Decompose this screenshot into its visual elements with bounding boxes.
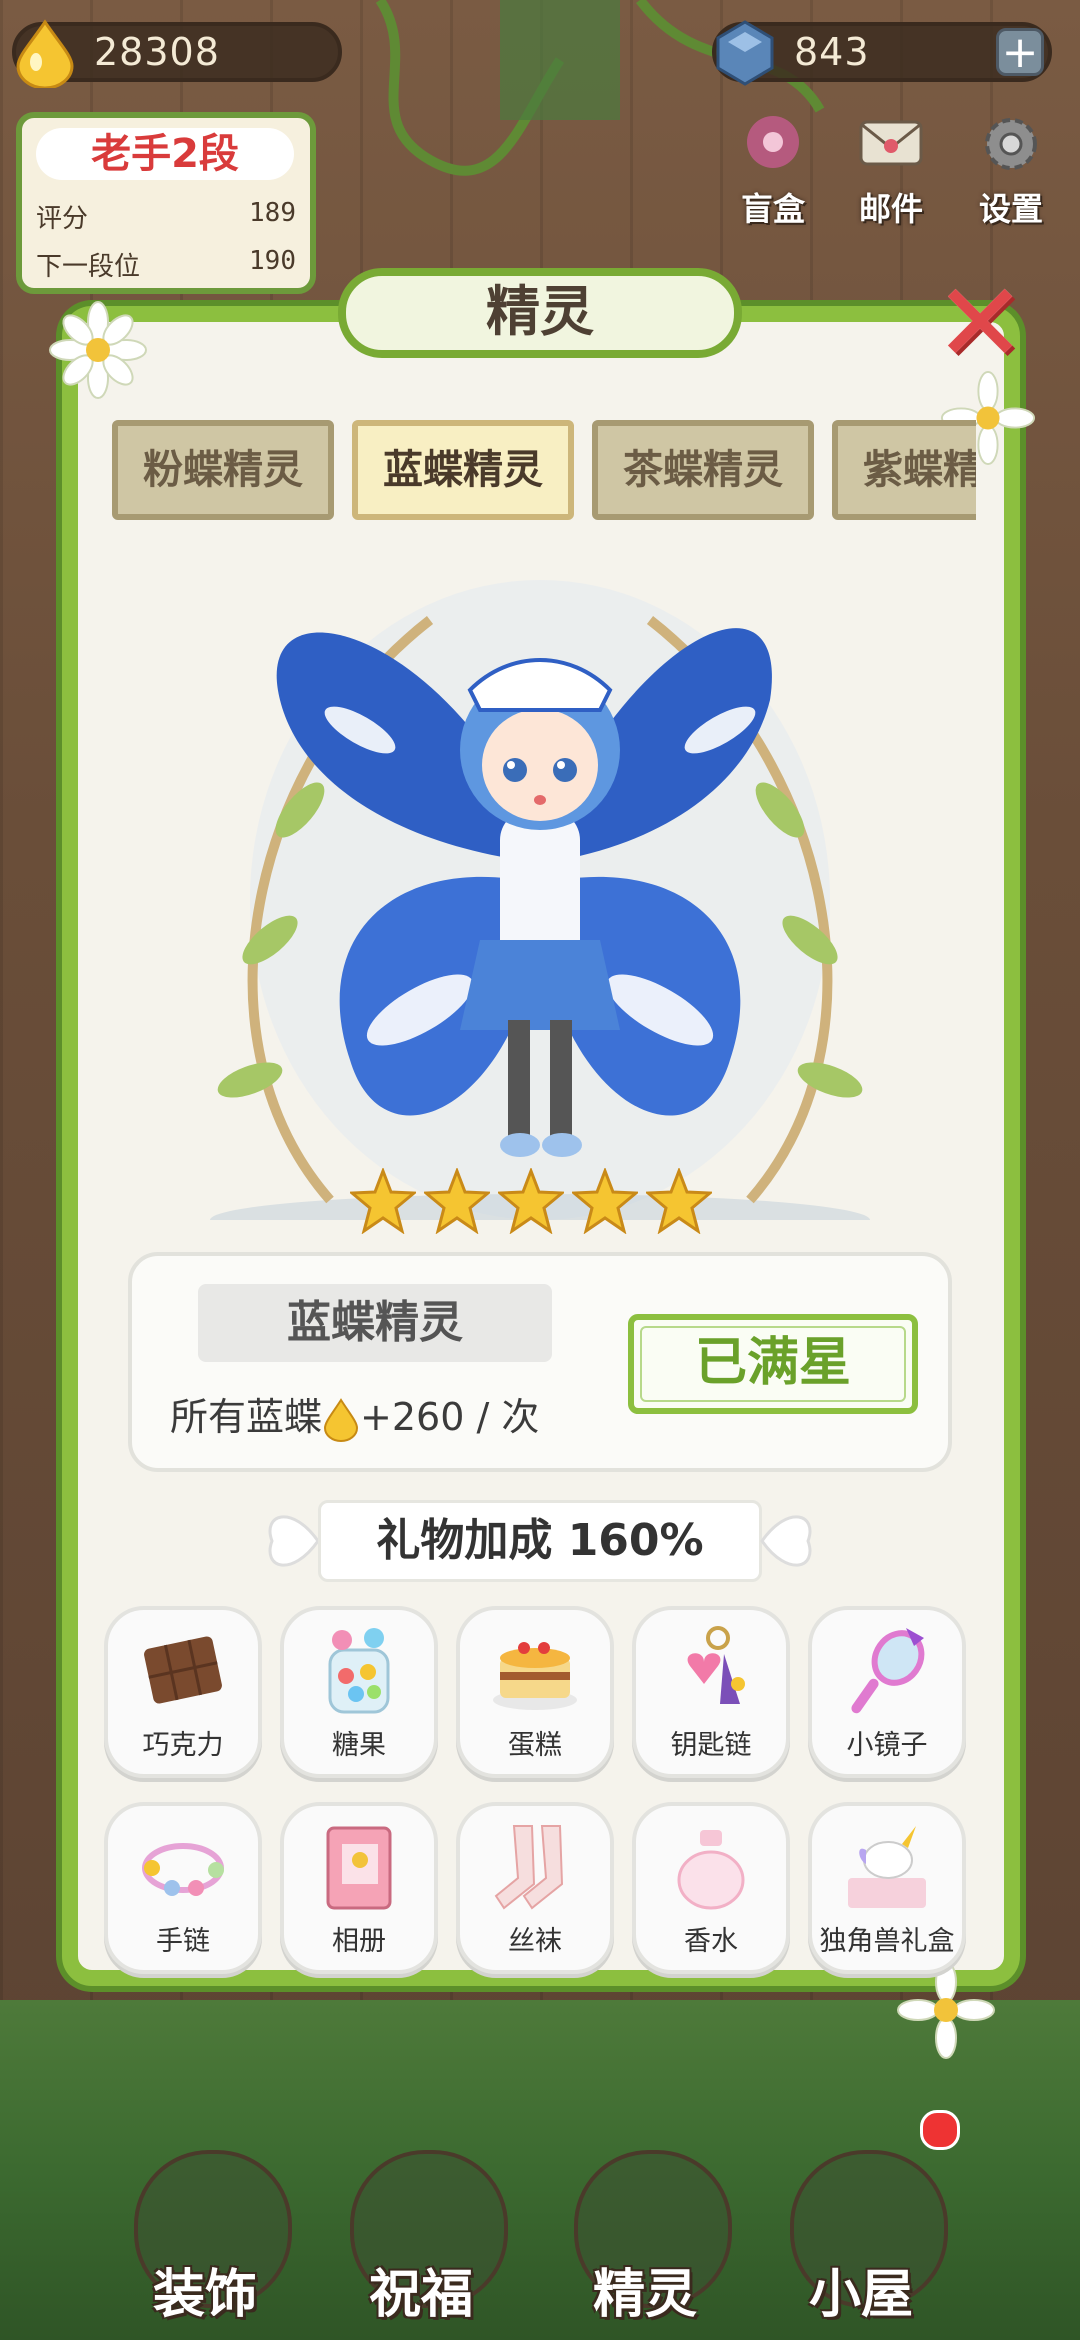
wing-decoration-left [268, 1515, 320, 1567]
gift-bracelet[interactable]: 手链 [104, 1802, 262, 1974]
star-icon [572, 1168, 638, 1234]
gift-label: 香水 [684, 1926, 738, 1957]
gift-label: 巧克力 [142, 1730, 224, 1761]
candy-jar-icon [328, 1628, 390, 1714]
nav-fairy[interactable]: 精灵 [560, 2120, 732, 2325]
mirror-icon [851, 1628, 925, 1714]
star-icon [498, 1168, 564, 1234]
gift-label: 糖果 [332, 1730, 386, 1761]
gift-keychain[interactable]: 钥匙链 [632, 1606, 790, 1778]
blue-butterfly-sprite-illustration [210, 580, 870, 1220]
sprite-bonus: 所有蓝蝶 +260 / 次 [170, 1386, 539, 1442]
chocolate-icon [144, 1636, 222, 1704]
gear-icon [985, 118, 1037, 170]
keychain-icon [687, 1626, 745, 1704]
tab-purple-butterfly[interactable]: 紫蝶精灵 [832, 420, 976, 520]
rank-title: 老手2段 [36, 128, 294, 180]
perfume-icon [677, 1830, 745, 1910]
nav-house[interactable]: 小屋 [776, 2120, 948, 2325]
nav-blessing[interactable]: 祝福 [336, 2120, 508, 2325]
star-icon [350, 1168, 416, 1234]
gift-box-icon [747, 116, 799, 168]
tab-tea-butterfly[interactable]: 茶蝶精灵 [592, 420, 814, 520]
mail-label: 邮件 [858, 190, 923, 228]
settings-button[interactable]: 设置 [956, 110, 1066, 230]
score-value: 189 [249, 198, 296, 228]
cake-icon [493, 1642, 577, 1710]
max-star-button[interactable]: 已满星 [628, 1314, 918, 1414]
gift-label: 钥匙链 [670, 1730, 752, 1761]
next-rank-row: 下一段位 190 [36, 246, 296, 283]
gift-mirror[interactable]: 小镜子 [808, 1606, 966, 1778]
blind-box-label: 盲盒 [740, 190, 805, 228]
photo-album-icon [326, 1826, 392, 1910]
gift-chocolate[interactable]: 巧克力 [104, 1606, 262, 1778]
settings-label: 设置 [978, 190, 1043, 228]
mail-button[interactable]: 邮件 [836, 110, 946, 230]
gold-drop-icon [324, 1397, 359, 1442]
gift-label: 蛋糕 [508, 1730, 562, 1761]
rank-card[interactable]: 老手2段 评分 189 下一段位 190 [16, 112, 316, 294]
gift-unicorn-box[interactable]: 独角兽礼盒 [808, 1802, 966, 1974]
tab-blue-butterfly[interactable]: 蓝蝶精灵 [352, 420, 574, 520]
star-icon [646, 1168, 712, 1234]
star-rating [350, 1168, 730, 1240]
panel-title: 精灵 [338, 268, 742, 358]
sprite-info-card: 蓝蝶精灵 所有蓝蝶 +260 / 次 已满星 [128, 1252, 952, 1472]
mail-icon [859, 120, 923, 166]
gold-amount: 28308 [94, 30, 220, 74]
score-row: 评分 189 [36, 198, 296, 235]
gem-counter: 843 + [712, 20, 1052, 86]
bracelet-icon [142, 1843, 224, 1896]
gift-label: 相册 [332, 1926, 386, 1957]
gift-label: 丝袜 [508, 1926, 562, 1957]
daisy-decoration [49, 301, 147, 399]
bonus-suffix: +260 / 次 [360, 1395, 540, 1439]
nav-decorate[interactable]: 装饰 [120, 2120, 292, 2325]
nav-blessing-label: 祝福 [368, 2265, 473, 2325]
gift-bonus-label: 礼物加成 160% [318, 1500, 762, 1582]
sprite-tabs: 粉蝶精灵 蓝蝶精灵 茶蝶精灵 紫蝶精灵 [112, 420, 976, 522]
nav-decorate-label: 装饰 [152, 2265, 257, 2325]
next-rank-label: 下一段位 [36, 252, 141, 282]
gift-label: 小镜子 [846, 1730, 928, 1761]
sprite-name: 蓝蝶精灵 [198, 1284, 552, 1362]
unicorn-giftbox-icon [848, 1826, 926, 1908]
blind-box-button[interactable]: 盲盒 [718, 110, 828, 230]
gift-candy[interactable]: 糖果 [280, 1606, 438, 1778]
star-icon [424, 1168, 490, 1234]
gift-cake[interactable]: 蛋糕 [456, 1606, 614, 1778]
tab-pink-butterfly[interactable]: 粉蝶精灵 [112, 420, 334, 520]
nav-fairy-label: 精灵 [592, 2265, 697, 2325]
close-button[interactable]: ✕ [934, 268, 1026, 378]
gift-photo-album[interactable]: 相册 [280, 1802, 438, 1974]
gift-label: 独角兽礼盒 [819, 1926, 955, 1957]
add-gem-button[interactable]: + [996, 28, 1044, 76]
gem-icon [716, 20, 774, 86]
gift-grid: 巧克力 糖果 蛋糕 钥匙链 小镜子 手链 相册 丝袜 香水 独角兽礼盒 [104, 1606, 984, 1986]
gift-label: 手链 [156, 1926, 210, 1957]
gold-drop-icon [16, 19, 74, 88]
bonus-prefix: 所有蓝蝶 [170, 1395, 323, 1439]
gold-counter: 28308 [12, 19, 342, 88]
stockings-icon [494, 1825, 564, 1910]
wing-decoration-right [760, 1515, 812, 1567]
notification-badge [920, 2110, 960, 2150]
gem-amount: 843 [794, 30, 870, 74]
gift-perfume[interactable]: 香水 [632, 1802, 790, 1974]
next-rank-value: 190 [249, 246, 296, 276]
score-label: 评分 [36, 204, 89, 234]
gift-stockings[interactable]: 丝袜 [456, 1802, 614, 1974]
nav-house-label: 小屋 [808, 2265, 913, 2325]
